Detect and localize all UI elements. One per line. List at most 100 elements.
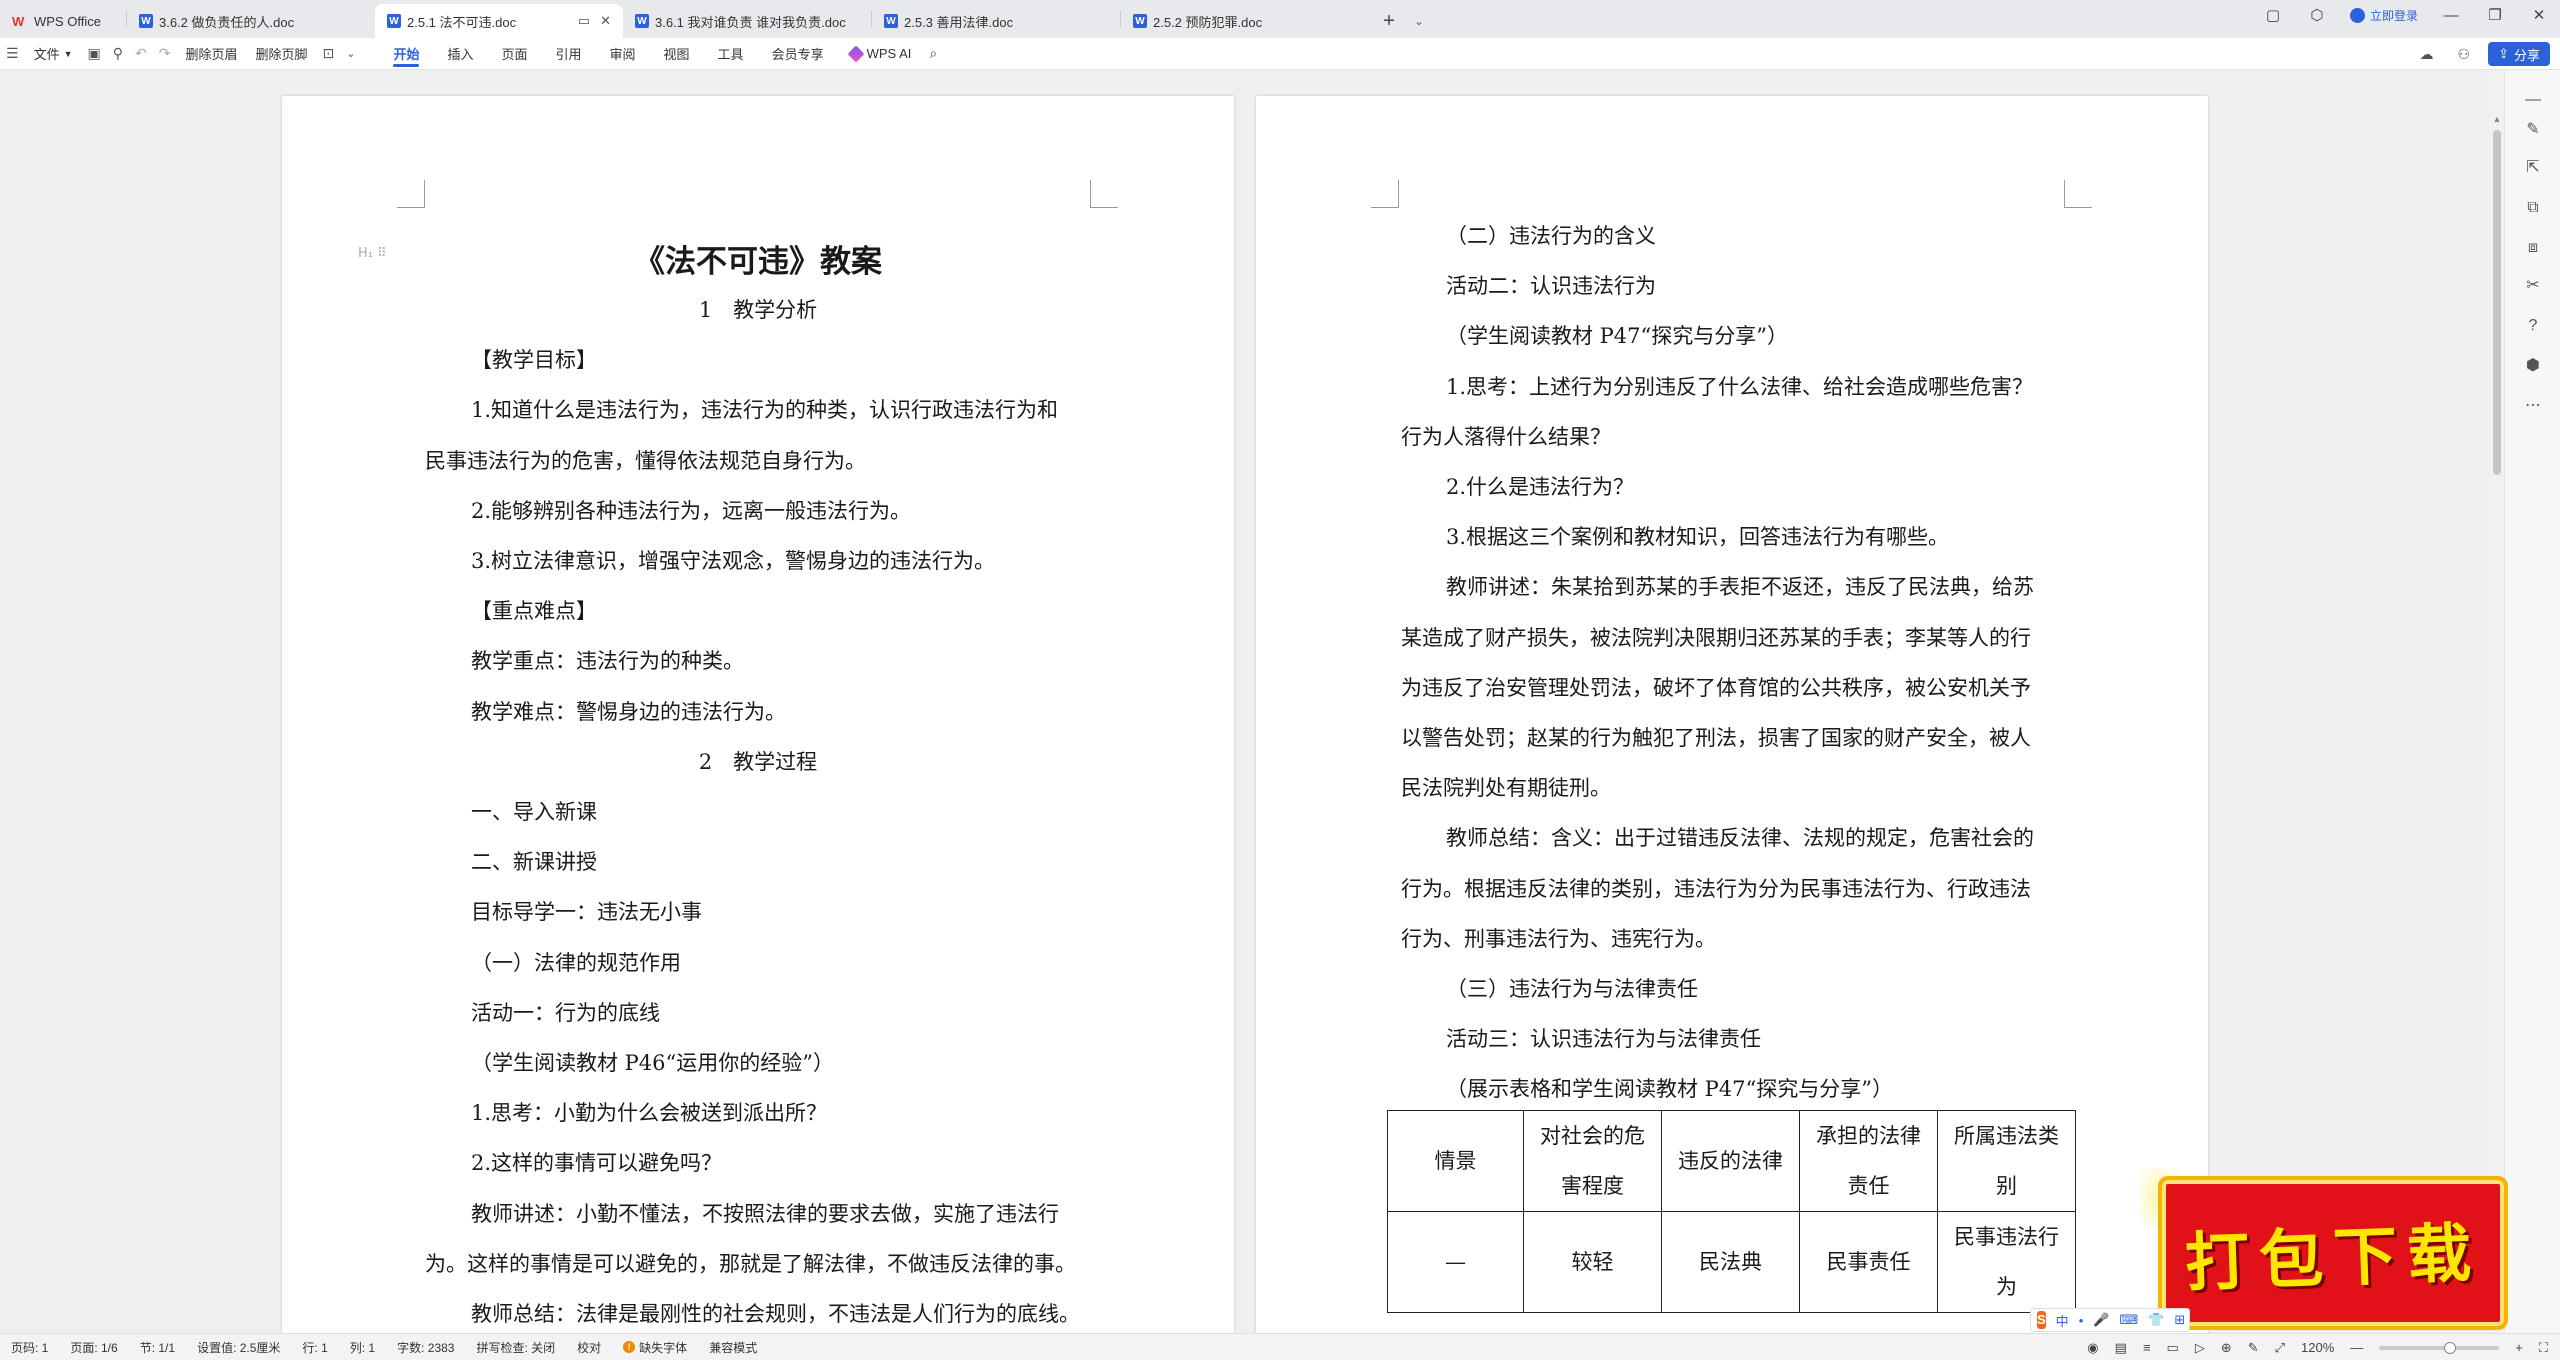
play-icon[interactable]: ▷ xyxy=(2195,1340,2205,1356)
page-1[interactable]: H₁ ⠿ 《法不可违》教案 1 教学分析 【教学目标】 1.知道什么是违法行为，违法… xyxy=(282,96,1234,1333)
collaborate-icon[interactable]: ⚇ xyxy=(2452,46,2477,63)
fit-width-icon[interactable]: ⤢ xyxy=(2275,1340,2285,1356)
status-item[interactable]: 列: 1 xyxy=(339,1339,386,1356)
close-window-button[interactable]: ✕ xyxy=(2528,6,2550,24)
zoom-out-button[interactable]: — xyxy=(2350,1340,2363,1355)
chart-review-icon[interactable]: ⧈ xyxy=(2523,238,2543,258)
scroll-thumb[interactable] xyxy=(2493,130,2501,475)
minimize-button[interactable]: — xyxy=(2440,7,2462,24)
keyboard-icon[interactable]: ⌨ xyxy=(2119,1312,2138,1328)
format-painter-icon[interactable]: ⚲ xyxy=(107,45,129,62)
download-package-banner[interactable]: 打包下载 xyxy=(2158,1176,2508,1330)
table-cell[interactable]: 承担的法律 责任 xyxy=(1799,1110,1938,1212)
table-cell[interactable]: 违反的法律 xyxy=(1661,1110,1800,1212)
ribbon-tab[interactable]: 页面 xyxy=(487,38,541,70)
eye-protect-icon[interactable]: ◉ xyxy=(2087,1340,2098,1356)
table-cell[interactable]: — xyxy=(1387,1211,1524,1313)
grid-icon[interactable]: ⊞ xyxy=(2174,1312,2185,1328)
restore-button[interactable]: ❐ xyxy=(2484,6,2506,24)
menu-icon[interactable]: ☰ xyxy=(0,45,25,62)
table-cell[interactable]: 较轻 xyxy=(1523,1211,1662,1313)
microphone-icon[interactable]: 🎤 xyxy=(2093,1312,2109,1328)
tab-manager-icon[interactable]: ▢ xyxy=(2262,6,2284,24)
zoom-level-label[interactable]: 120% xyxy=(2301,1340,2334,1355)
tab-document[interactable]: W 2.5.2 预防犯罪.doc xyxy=(1121,4,1369,38)
cube-icon[interactable]: ⬡ xyxy=(2306,6,2328,24)
pen-mode-icon[interactable]: ✎ xyxy=(2248,1340,2259,1356)
ime-toolbar[interactable]: S 中 • 🎤 ⌨ 👕 ⊞ xyxy=(2030,1308,2190,1332)
table-cell[interactable]: 民事违法行为 xyxy=(1937,1211,2076,1313)
undo-icon[interactable]: ↶ xyxy=(129,45,153,62)
more-chevron-icon[interactable]: ⌄ xyxy=(340,47,361,60)
ribbon-tab[interactable]: 开始 xyxy=(379,38,433,70)
tab-document[interactable]: W 3.6.1 我对谁负责 谁对我负责.doc xyxy=(623,4,871,38)
collapse-icon[interactable]: — xyxy=(2523,90,2543,110)
help-icon[interactable]: ? xyxy=(2523,316,2543,336)
tools-icon[interactable]: ✂ xyxy=(2523,276,2543,296)
cloud-sync-icon[interactable]: ☁ xyxy=(2414,46,2440,63)
file-menu-button[interactable]: 文件 ▼ xyxy=(25,38,82,70)
status-item[interactable]: 页码: 1 xyxy=(0,1339,59,1356)
table-cell[interactable]: 对社会的危 害程度 xyxy=(1523,1110,1662,1212)
redo-icon[interactable]: ↷ xyxy=(153,45,177,62)
share-button[interactable]: ⇪ 分享 xyxy=(2488,42,2550,66)
tab-document[interactable]: W 2.5.3 善用法律.doc xyxy=(872,4,1120,38)
status-item[interactable]: 缺失字体 xyxy=(612,1339,698,1356)
skin-icon[interactable]: 👕 xyxy=(2148,1312,2164,1328)
status-item[interactable]: 拼写检查: 关闭 xyxy=(465,1339,566,1356)
outline-view-icon[interactable]: ≡ xyxy=(2143,1340,2151,1355)
layout-icon[interactable]: ⧉ xyxy=(2523,198,2543,218)
ribbon-tab[interactable]: 视图 xyxy=(650,38,704,70)
ribbon-tab[interactable]: 插入 xyxy=(433,38,487,70)
table-cell[interactable]: 情景 xyxy=(1387,1110,1524,1212)
ribbon-tab[interactable]: 引用 xyxy=(542,38,596,70)
scroll-up-icon[interactable]: ▲ xyxy=(2490,114,2504,128)
zoom-slider-knob[interactable] xyxy=(2444,1341,2457,1354)
ribbon-tab[interactable]: 审阅 xyxy=(596,38,650,70)
tab-wps-home[interactable]: W WPS Office xyxy=(0,4,126,38)
wps-ai-button[interactable]: WPS AI xyxy=(838,45,924,62)
status-item[interactable]: 设置值: 2.5厘米 xyxy=(186,1339,291,1356)
table-cell[interactable]: 所属违法类别 xyxy=(1937,1110,2076,1212)
fullscreen-icon[interactable]: ⛶ xyxy=(2539,1340,2548,1356)
status-item[interactable]: 字数: 2383 xyxy=(386,1339,465,1356)
tab-document[interactable]: W 3.6.2 做负责任的人.doc xyxy=(127,4,375,38)
vertical-scrollbar[interactable]: ▲ xyxy=(2490,70,2504,1333)
close-tab-icon[interactable]: ✕ xyxy=(600,13,611,29)
zoom-slider[interactable] xyxy=(2379,1341,2500,1354)
paragraph-line: 2.什么是违法行为？ xyxy=(1446,475,1635,499)
status-item[interactable]: 行: 1 xyxy=(291,1339,338,1356)
ribbon-tab[interactable]: 会员专享 xyxy=(758,38,838,70)
more-icon[interactable]: ⋯ xyxy=(2523,396,2543,416)
delete-header-button[interactable]: 删除页眉 xyxy=(176,38,246,70)
page-2[interactable]: （二）违法行为的含义 活动二：认识违法行为 （学生阅读教材 P47“探究与分享”） 1… xyxy=(1256,96,2208,1333)
ribbon-tab[interactable]: 工具 xyxy=(704,38,758,70)
table-cell[interactable]: 民法典 xyxy=(1661,1211,1800,1313)
document-workspace[interactable]: H₁ ⠿ 《法不可违》教案 1 教学分析 【教学目标】 1.知道什么是违法行为，违法… xyxy=(0,70,2490,1333)
status-item[interactable]: 校对 xyxy=(566,1339,612,1356)
pen-icon[interactable]: ✎ xyxy=(2523,120,2543,140)
tab-list-chevron-icon[interactable]: ⌄ xyxy=(1409,4,1429,38)
login-button[interactable]: 立即登录 xyxy=(2349,7,2418,24)
image-insert-icon[interactable]: ⊡ xyxy=(317,45,341,62)
status-item[interactable]: 节: 1/1 xyxy=(129,1339,186,1356)
zoom-in-button[interactable]: + xyxy=(2515,1340,2523,1355)
wps-ai-label: WPS AI xyxy=(866,46,912,61)
save-icon[interactable]: ▣ xyxy=(82,45,107,62)
select-pointer-icon[interactable]: ⇱ xyxy=(2523,158,2543,178)
responsibility-table[interactable]: 情景 对社会的危 害程度 违反的法律 承担的法律 责任 所属违法类别 — 较轻 民法典 民事责任 民事… xyxy=(1387,1110,2076,1313)
read-mode-icon[interactable]: ▭ xyxy=(2167,1340,2179,1356)
page-view-icon[interactable]: ▤ xyxy=(2115,1340,2127,1356)
tab-window-icon[interactable]: ▭ xyxy=(578,13,590,29)
new-tab-button[interactable]: + xyxy=(1369,4,1409,38)
tab-document[interactable]: W 2.5.1 法不可违.doc ▭ ✕ xyxy=(375,4,623,38)
box-icon[interactable]: ⬢ xyxy=(2523,356,2543,376)
ime-mode-label[interactable]: 中 xyxy=(2056,1311,2069,1330)
delete-footer-button[interactable]: 删除页脚 xyxy=(246,38,316,70)
table-cell[interactable]: 民事责任 xyxy=(1799,1211,1938,1313)
search-icon[interactable]: ⌕ xyxy=(923,45,943,62)
web-view-icon[interactable]: ⊕ xyxy=(2221,1340,2232,1356)
ime-punct-icon[interactable]: • xyxy=(2079,1313,2084,1328)
status-item[interactable]: 兼容模式 xyxy=(698,1339,768,1356)
status-item[interactable]: 页面: 1/6 xyxy=(59,1339,128,1356)
